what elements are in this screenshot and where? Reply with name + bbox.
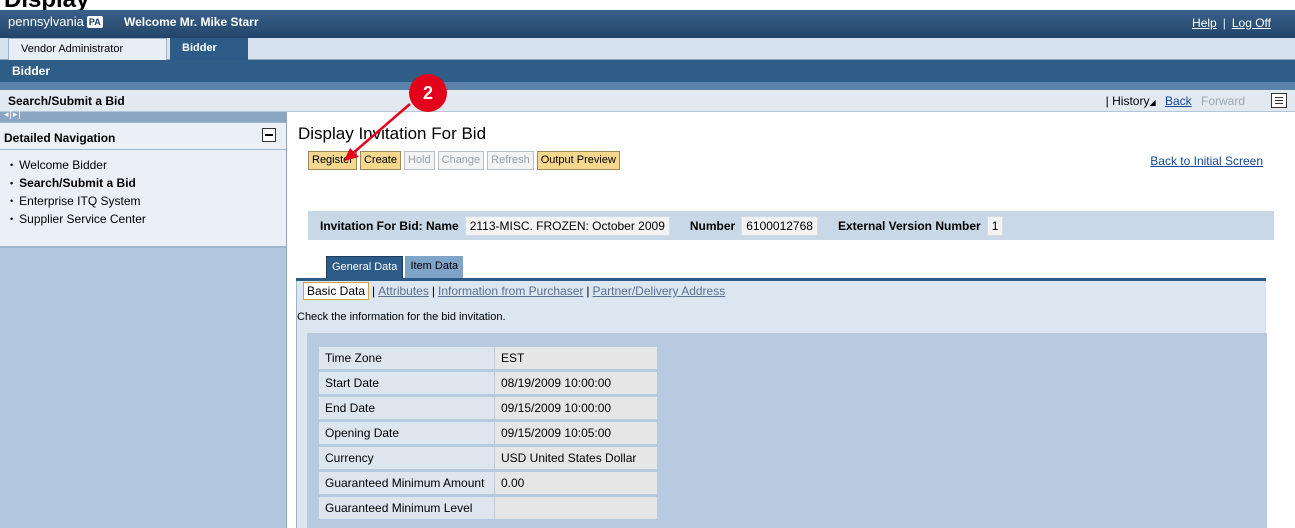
subtab-partner-delivery[interactable]: Partner/Delivery Address bbox=[593, 284, 726, 298]
instruction-text: Check the information for the bid invita… bbox=[297, 311, 506, 323]
tab-bidder[interactable]: Bidder bbox=[170, 38, 248, 60]
tab-vendor-administrator[interactable]: Vendor Administrator bbox=[8, 38, 167, 60]
sidebar-item-enterprise-itq[interactable]: Enterprise ITQ System bbox=[10, 192, 286, 210]
field-value: 09/15/2009 10:00:00 bbox=[495, 396, 657, 419]
separator: | bbox=[1222, 16, 1226, 30]
field-row: Opening Date 09/15/2009 10:05:00 bbox=[319, 420, 1267, 445]
field-label: Start Date bbox=[319, 371, 494, 394]
step-marker: 2 bbox=[409, 74, 447, 112]
subheader-strip bbox=[0, 82, 1295, 90]
pennsylvania-logo: pennsylvania PA bbox=[8, 14, 103, 29]
role-tabs: Vendor Administrator Bidder bbox=[0, 38, 1295, 60]
refresh-button: Refresh bbox=[487, 151, 534, 170]
field-label: End Date bbox=[319, 396, 494, 419]
subtab-basic-data[interactable]: Basic Data bbox=[303, 282, 370, 300]
history-dropdown[interactable]: | History bbox=[1106, 94, 1150, 108]
header-links: Help | Log Off bbox=[1192, 16, 1271, 30]
portal-header: Display pennsylvaniaPA Welcome Mr. Mike … bbox=[0, 0, 1295, 38]
navigation-title: Detailed Navigation bbox=[4, 131, 116, 145]
field-row: Time Zone EST bbox=[319, 345, 1267, 370]
field-value bbox=[495, 496, 657, 519]
pa-keystone-icon: PA bbox=[86, 16, 103, 28]
navigation-header: Detailed Navigation bbox=[0, 122, 286, 150]
forward-link: Forward bbox=[1200, 94, 1245, 108]
tab-item-data[interactable]: Item Data bbox=[405, 256, 464, 278]
history-chevron-icon[interactable]: ◢ bbox=[1149, 98, 1155, 107]
ifb-name-label: Invitation For Bid: Name bbox=[320, 218, 459, 233]
panel-toggle-icon[interactable]: ◂|▸| bbox=[4, 109, 22, 120]
create-button[interactable]: Create bbox=[359, 151, 401, 170]
ifb-summary-bar: Invitation For Bid: Name 2113-MISC. FROZ… bbox=[308, 211, 1274, 240]
sidebar-item-welcome-bidder[interactable]: Welcome Bidder bbox=[10, 156, 286, 174]
page-menu-icon[interactable] bbox=[1271, 93, 1287, 108]
action-toolbar: Register Create Hold Change Refresh Outp… bbox=[308, 151, 620, 170]
ifb-name-value: 2113-MISC. FROZEN: October 2009 bbox=[464, 215, 670, 236]
field-label: Guaranteed Minimum Amount bbox=[319, 471, 494, 494]
back-to-initial-screen-link[interactable]: Back to Initial Screen bbox=[1150, 154, 1263, 168]
back-link[interactable]: Back bbox=[1165, 94, 1192, 108]
ext-version-value: 1 bbox=[986, 215, 1004, 236]
ifb-number-value: 6100012768 bbox=[741, 215, 818, 236]
change-button: Change bbox=[437, 151, 485, 170]
role-subheader: Bidder bbox=[0, 60, 1295, 82]
logo-text: pennsylvania bbox=[8, 14, 84, 29]
detailed-navigation-panel: ◂|▸| ◀ Detailed Navigation Welcome Bidde… bbox=[0, 109, 296, 528]
field-row: Guaranteed Minimum Amount 0.00 bbox=[319, 470, 1267, 495]
field-row: Guaranteed Minimum Level bbox=[319, 495, 1267, 520]
sidebar-item-search-submit-bid[interactable]: Search/Submit a Bid bbox=[10, 174, 286, 192]
sub-navigation: Basic Data | Attributes | Information from P… bbox=[303, 282, 726, 300]
breadcrumb: Search/Submit a Bid bbox=[8, 94, 125, 108]
welcome-message: Welcome Mr. Mike Starr bbox=[124, 15, 259, 29]
general-data-panel: Basic Data | Attributes | Information from P… bbox=[296, 281, 1267, 528]
field-row: End Date 09/15/2009 10:00:00 bbox=[319, 395, 1267, 420]
ext-version-label: External Version Number bbox=[837, 218, 981, 233]
field-label: Currency bbox=[319, 446, 494, 469]
hold-button: Hold bbox=[404, 151, 435, 170]
help-link[interactable]: Help bbox=[1192, 16, 1217, 30]
field-value: 08/19/2009 10:00:00 bbox=[495, 371, 657, 394]
field-value: USD United States Dollar bbox=[495, 446, 657, 469]
page-title: Display Invitation For Bid bbox=[298, 124, 487, 143]
panel-resize-bar[interactable]: ◂|▸| bbox=[0, 109, 286, 122]
field-label: Guaranteed Minimum Level bbox=[319, 496, 494, 519]
field-row: Currency USD United States Dollar bbox=[319, 445, 1267, 470]
field-label: Opening Date bbox=[319, 421, 494, 444]
history-nav: | History◢ Back Forward bbox=[1106, 94, 1245, 108]
logoff-link[interactable]: Log Off bbox=[1232, 16, 1271, 30]
navigation-list: Welcome Bidder Search/Submit a Bid Enter… bbox=[0, 150, 286, 248]
field-row: Start Date 08/19/2009 10:00:00 bbox=[319, 370, 1267, 395]
tab-general-data[interactable]: General Data bbox=[326, 256, 404, 278]
subtab-attributes[interactable]: Attributes bbox=[378, 284, 429, 298]
subtab-info-from-purchaser[interactable]: Information from Purchaser bbox=[438, 284, 583, 298]
breadcrumb-bar: Search/Submit a Bid | History◢ Back Forw… bbox=[0, 90, 1295, 112]
field-value: EST bbox=[495, 346, 657, 369]
content-tabs: General Data Item Data bbox=[326, 256, 464, 278]
field-value: 0.00 bbox=[495, 471, 657, 494]
basic-data-fields: Time Zone EST Start Date 08/19/2009 10:00:… bbox=[307, 333, 1267, 528]
main-content: Display Invitation For Bid Register Crea… bbox=[288, 112, 1295, 528]
field-value: 09/15/2009 10:05:00 bbox=[495, 421, 657, 444]
output-preview-button[interactable]: Output Preview bbox=[536, 151, 620, 170]
ifb-number-label: Number bbox=[689, 218, 736, 233]
minimize-icon[interactable] bbox=[262, 128, 276, 142]
sidebar-item-supplier-service[interactable]: Supplier Service Center bbox=[10, 210, 286, 228]
register-button[interactable]: Register bbox=[308, 151, 357, 170]
field-label: Time Zone bbox=[319, 346, 494, 369]
